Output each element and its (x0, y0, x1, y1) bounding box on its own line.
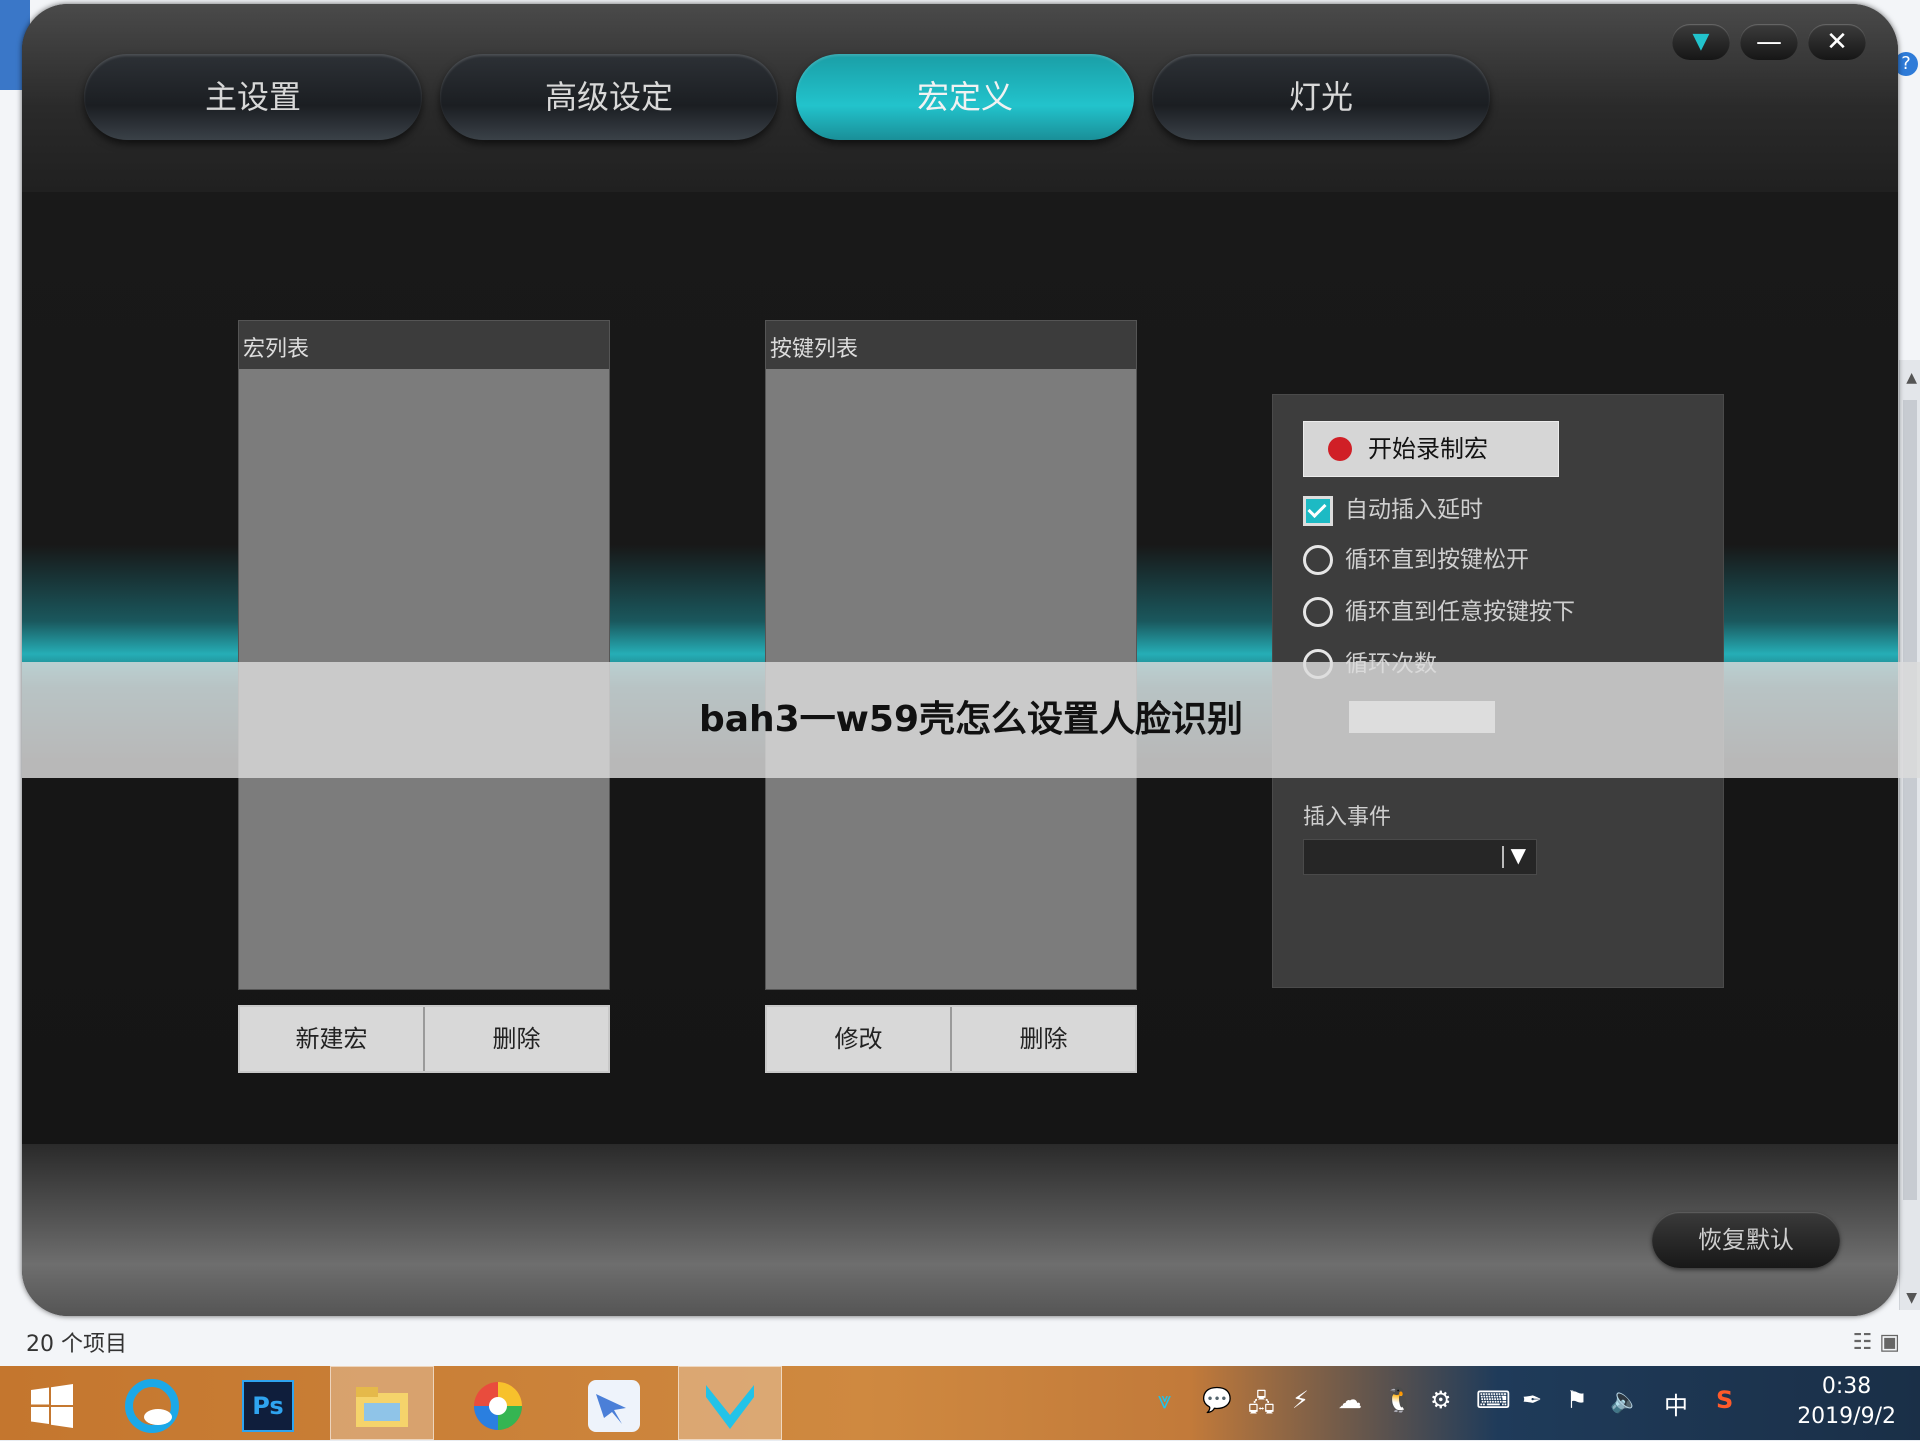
explorer-scrollbar[interactable] (1899, 360, 1920, 1310)
delete-macro-button[interactable]: 删除 (425, 1007, 608, 1071)
qq-icon[interactable]: 🐧 (1384, 1386, 1414, 1420)
insert-event-select[interactable]: ▼ (1303, 839, 1537, 875)
tab-lighting[interactable]: 灯光 (1152, 54, 1490, 140)
mouse-driver-icon[interactable] (678, 1366, 782, 1440)
record-dot-icon (1328, 437, 1352, 461)
network-icon[interactable]: 🖧 (1248, 1386, 1275, 1420)
feishu-bird-icon[interactable] (562, 1366, 666, 1440)
insert-event-label: 插入事件 (1303, 805, 1392, 830)
usb-icon[interactable]: ⚡ (1292, 1386, 1309, 1420)
ime-icon[interactable]: ⌨ (1476, 1386, 1511, 1420)
browser-icon[interactable] (100, 1366, 204, 1440)
volume-icon[interactable]: 🔈 (1610, 1386, 1640, 1420)
select-divider (1502, 846, 1504, 868)
start-recording-button[interactable]: 开始录制宏 (1303, 421, 1559, 477)
settings-icon[interactable]: ⚙ (1430, 1386, 1452, 1420)
minimize-button[interactable]: — (1740, 24, 1798, 60)
radio-icon (1303, 597, 1333, 627)
explorer-status-count: 20 个项目 (26, 1332, 127, 1357)
menu-dropdown-button[interactable]: ▼ (1672, 24, 1730, 60)
pen-icon[interactable]: ✒ (1522, 1386, 1542, 1420)
triangle-down-icon: ▼ (1692, 29, 1710, 54)
chevron-down-icon: ▼ (1510, 843, 1526, 867)
flag-icon[interactable]: ⚑ (1566, 1386, 1588, 1420)
loop-until-any-key-label: 循环直到任意按键按下 (1345, 599, 1575, 625)
tab-advanced-settings[interactable]: 高级设定 (440, 54, 778, 140)
key-list-title: 按键列表 (766, 321, 1136, 369)
taskbar-clock[interactable]: 0:38 2019/9/2 (1797, 1372, 1896, 1432)
taskbar: Ps ⩔ 💬 🖧 ⚡ ☁ 🐧 ⚙ ⌨ ✒ ⚑ 🔈 中 S 0:38 2019/9… (0, 1366, 1920, 1440)
radio-icon (1303, 545, 1333, 575)
minimize-icon: — (1756, 27, 1782, 57)
mouse-driver-window: 主设置 高级设定 宏定义 灯光 ▼ — ✕ 宏列表 新建宏 删除 按键列表 修改… (22, 4, 1898, 1316)
close-button[interactable]: ✕ (1808, 24, 1866, 60)
mouse-driver-tray-icon[interactable]: ⩔ (1158, 1386, 1172, 1420)
overlay-title: bah3一w59壳怎么设置人脸识别 (698, 699, 1244, 740)
macro-list-title: 宏列表 (239, 321, 609, 369)
title-overlay-banner: bah3一w59壳怎么设置人脸识别 (22, 662, 1920, 778)
tab-main-settings[interactable]: 主设置 (84, 54, 422, 140)
restore-defaults-button[interactable]: 恢复默认 (1652, 1212, 1840, 1268)
scroll-down-icon[interactable]: ▼ (1906, 1290, 1917, 1306)
new-macro-button[interactable]: 新建宏 (240, 1007, 425, 1071)
edit-key-button[interactable]: 修改 (767, 1007, 952, 1071)
checkbox-checked-icon (1303, 496, 1333, 526)
auto-delay-label: 自动插入延时 (1345, 497, 1483, 523)
loop-until-release-label: 循环直到按键松开 (1345, 547, 1529, 573)
photoshop-icon[interactable]: Ps (216, 1366, 320, 1440)
cloud-icon[interactable]: ☁ (1338, 1386, 1362, 1420)
ime-chinese-label[interactable]: 中 (1664, 1386, 1688, 1420)
scrollbar-thumb[interactable] (1903, 400, 1917, 1200)
clock-time: 0:38 (1821, 1374, 1872, 1399)
window-footer (22, 1144, 1898, 1316)
tab-macro-definition[interactable]: 宏定义 (796, 54, 1134, 140)
view-mode-icons[interactable]: ☷ ▣ (1852, 1330, 1900, 1355)
photoshop-label: Ps (242, 1379, 294, 1432)
sogou-icon[interactable]: S (1716, 1386, 1733, 1420)
wechat-icon[interactable]: 💬 (1202, 1386, 1232, 1420)
window-header: 主设置 高级设定 宏定义 灯光 ▼ — ✕ (22, 4, 1898, 192)
key-list-panel[interactable]: 按键列表 (765, 320, 1137, 990)
windows-start-icon[interactable] (0, 1366, 104, 1440)
start-recording-label: 开始录制宏 (1368, 435, 1488, 463)
macro-list-panel[interactable]: 宏列表 (238, 320, 610, 990)
delete-key-button[interactable]: 删除 (952, 1007, 1135, 1071)
color-wheel-app-icon[interactable] (446, 1366, 550, 1440)
macro-list-buttons: 新建宏 删除 (238, 1005, 610, 1073)
key-list-buttons: 修改 删除 (765, 1005, 1137, 1073)
clock-date: 2019/9/2 (1797, 1404, 1896, 1429)
file-explorer-icon[interactable] (330, 1366, 434, 1440)
close-icon: ✕ (1826, 27, 1848, 57)
scroll-up-icon[interactable]: ▲ (1906, 370, 1917, 386)
